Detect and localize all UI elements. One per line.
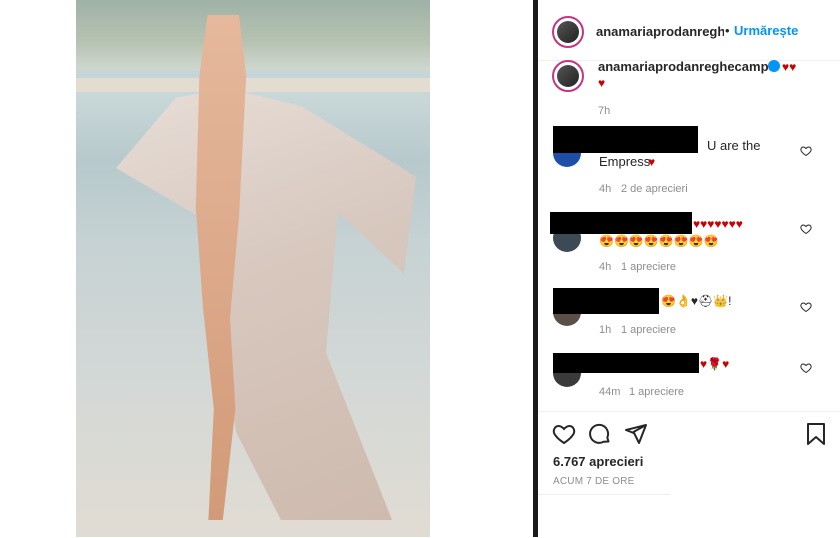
footer-separator [538,494,670,495]
author-avatar[interactable] [552,16,584,48]
comment-time[interactable]: 4h [599,181,611,197]
author-username[interactable]: anamariaprodanreghe [596,24,724,39]
comment-likes[interactable]: 1 apreciere [621,259,676,275]
comment-likes[interactable]: 2 de aprecieri [621,181,688,197]
verified-icon [768,60,780,72]
caption-time: 7h [598,105,611,117]
redacted-username [553,126,698,153]
comment-like-heart-icon[interactable] [800,301,812,313]
post-photo[interactable] [76,0,430,537]
comment-like-heart-icon[interactable] [800,223,812,235]
comment-time[interactable]: 1h [599,322,611,338]
post-actions: 6.767 aprecieri ACUM 7 DE ORE [538,411,840,538]
comment-like-heart-icon[interactable] [800,362,812,374]
comment-text: ♥🌹♥ [700,357,730,371]
comment-likes[interactable]: 1 apreciere [621,322,676,338]
post-header: anamariaprodanreghe • Urmărește [538,0,840,61]
share-icon[interactable] [624,422,648,446]
photo-shoreline [76,78,430,92]
comment-time[interactable]: 44m [599,384,620,400]
post-side-panel: anamariaprodanreghe • Urmărește anamaria… [538,0,840,537]
heart-icon[interactable] [552,422,576,446]
comment-time[interactable]: 4h [599,259,611,275]
comment-text: 😍👌♥⛑👑! [661,294,732,308]
photo-pane [0,0,533,537]
comment-likes[interactable]: 1 apreciere [629,384,684,400]
redacted-username [553,288,659,314]
photo-background-hills [76,0,430,70]
header-separator-dot: • [725,23,730,38]
comment-like-heart-icon[interactable] [800,145,812,157]
redacted-username [550,212,692,234]
post-timestamp[interactable]: ACUM 7 DE ORE [553,476,635,487]
comment-text-line2: 😍😍😍😍😍😍😍😍 [599,234,719,248]
comment-text-line2: Empress [599,154,651,169]
caption-emojis: ♥♥ [782,60,797,74]
follow-button[interactable]: Urmărește [734,23,798,38]
caption-avatar[interactable] [552,60,584,92]
comment-emoji: ♥ [648,155,656,169]
redacted-username [553,353,699,373]
photo-kaftan [116,88,416,520]
caption-emojis-line2: ♥ [598,76,606,90]
likes-count[interactable]: 6.767 aprecieri [553,454,643,469]
comment-icon[interactable] [588,422,612,446]
caption-username[interactable]: anamariaprodanreghecampi [598,59,768,75]
comment-text: U are the [707,138,761,153]
bookmark-icon[interactable] [804,422,828,446]
comment-text: ♥♥♥♥♥♥♥ [693,217,743,231]
